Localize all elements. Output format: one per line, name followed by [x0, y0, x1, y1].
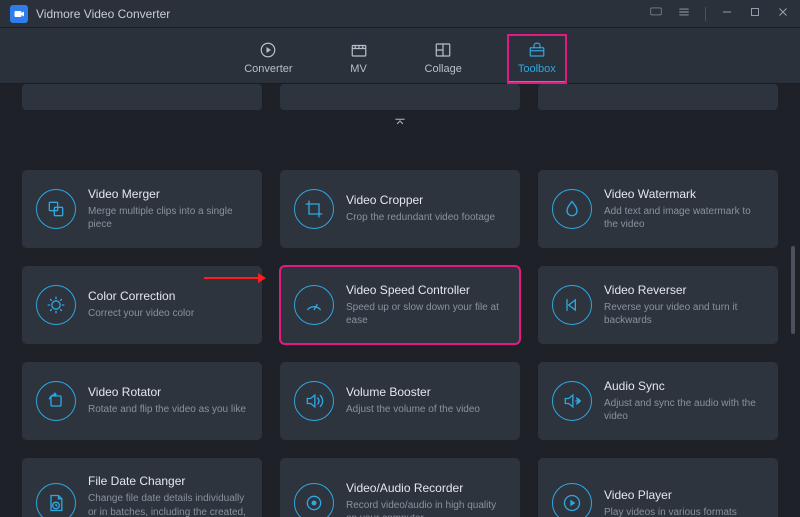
tool-title: Video Player: [604, 488, 737, 502]
scrollbar-thumb[interactable]: [791, 246, 795, 334]
tool-video-audio-recorder[interactable]: Video/Audio Recorder Record video/audio …: [280, 458, 520, 517]
tool-audio-sync[interactable]: Audio Sync Adjust and sync the audio wit…: [538, 362, 778, 440]
scroll-up-icon: [392, 114, 408, 133]
tool-title: Video/Audio Recorder: [346, 481, 506, 495]
app-title: Vidmore Video Converter: [36, 7, 170, 21]
tool-desc: Rotate and flip the video as you like: [88, 403, 246, 417]
tab-toolbox[interactable]: Toolbox: [508, 35, 566, 83]
tab-mv[interactable]: MV: [339, 35, 379, 83]
tool-video-reverser[interactable]: Video Reverser Reverse your video and tu…: [538, 266, 778, 344]
tool-desc: Change file date details individually or…: [88, 492, 248, 517]
volume-icon: [294, 381, 334, 421]
tool-desc: Crop the redundant video footage: [346, 211, 495, 225]
merger-icon: [36, 189, 76, 229]
tool-color-correction[interactable]: Color Correction Correct your video colo…: [22, 266, 262, 344]
tool-desc: Merge multiple clips into a single piece: [88, 205, 248, 232]
tool-video-cropper[interactable]: Video Cropper Crop the redundant video f…: [280, 170, 520, 248]
color-correction-icon: [36, 285, 76, 325]
tool-title: Video Rotator: [88, 385, 246, 399]
tool-desc: Record video/audio in high quality on yo…: [346, 499, 506, 517]
minimize-button[interactable]: [720, 5, 734, 22]
tool-title: Video Cropper: [346, 193, 495, 207]
tool-title: Audio Sync: [604, 379, 764, 393]
tool-title: File Date Changer: [88, 474, 248, 488]
tool-desc: Adjust and sync the audio with the video: [604, 397, 764, 424]
tab-converter[interactable]: Converter: [234, 35, 302, 83]
tool-title: Color Correction: [88, 289, 194, 303]
tool-title: Video Watermark: [604, 187, 764, 201]
player-icon: [552, 483, 592, 517]
tool-desc: Play videos in various formats: [604, 506, 737, 517]
toolbox-grid: Video Merger Merge multiple clips into a…: [22, 84, 778, 517]
toolbox-icon: [527, 41, 547, 59]
feedback-icon[interactable]: [649, 5, 663, 22]
tab-label: Converter: [244, 63, 292, 75]
tab-label: MV: [350, 63, 367, 75]
collage-icon: [433, 41, 453, 59]
tool-video-rotator[interactable]: Video Rotator Rotate and flip the video …: [22, 362, 262, 440]
speed-icon: [294, 285, 334, 325]
tool-title: Video Reverser: [604, 283, 764, 297]
tool-volume-booster[interactable]: Volume Booster Adjust the volume of the …: [280, 362, 520, 440]
tab-label: Toolbox: [518, 63, 556, 75]
tool-video-player[interactable]: Video Player Play videos in various form…: [538, 458, 778, 517]
app-logo: [10, 5, 28, 23]
tool-title: Video Merger: [88, 187, 248, 201]
menu-icon[interactable]: [677, 5, 691, 22]
card-stub[interactable]: [280, 84, 520, 110]
tool-video-watermark[interactable]: Video Watermark Add text and image water…: [538, 170, 778, 248]
tool-desc: Adjust the volume of the video: [346, 403, 480, 417]
file-date-icon: [36, 483, 76, 517]
mv-icon: [349, 41, 369, 59]
tool-desc: Add text and image watermark to the vide…: [604, 205, 764, 232]
titlebar: Vidmore Video Converter: [0, 0, 800, 28]
tool-desc: Speed up or slow down your file at ease: [346, 301, 506, 328]
tab-label: Collage: [425, 63, 462, 75]
main-tabbar: Converter MV Collage Toolbox: [0, 28, 800, 84]
tool-video-speed-controller[interactable]: Video Speed Controller Speed up or slow …: [280, 266, 520, 344]
card-stub[interactable]: [22, 84, 262, 110]
tool-title: Volume Booster: [346, 385, 480, 399]
close-button[interactable]: [776, 5, 790, 22]
tab-collage[interactable]: Collage: [415, 35, 472, 83]
toolbox-viewport: Video Merger Merge multiple clips into a…: [0, 84, 800, 517]
window-controls: [649, 5, 790, 22]
card-stub[interactable]: [538, 84, 778, 110]
tool-desc: Correct your video color: [88, 307, 194, 321]
cropper-icon: [294, 189, 334, 229]
recorder-icon: [294, 483, 334, 517]
audio-sync-icon: [552, 381, 592, 421]
tool-file-date-changer[interactable]: File Date Changer Change file date detai…: [22, 458, 262, 517]
converter-icon: [258, 41, 278, 59]
tool-video-merger[interactable]: Video Merger Merge multiple clips into a…: [22, 170, 262, 248]
rotator-icon: [36, 381, 76, 421]
tool-title: Video Speed Controller: [346, 283, 506, 297]
reverser-icon: [552, 285, 592, 325]
maximize-button[interactable]: [748, 5, 762, 22]
watermark-icon: [552, 189, 592, 229]
tool-desc: Reverse your video and turn it backwards: [604, 301, 764, 328]
divider: [705, 7, 706, 21]
